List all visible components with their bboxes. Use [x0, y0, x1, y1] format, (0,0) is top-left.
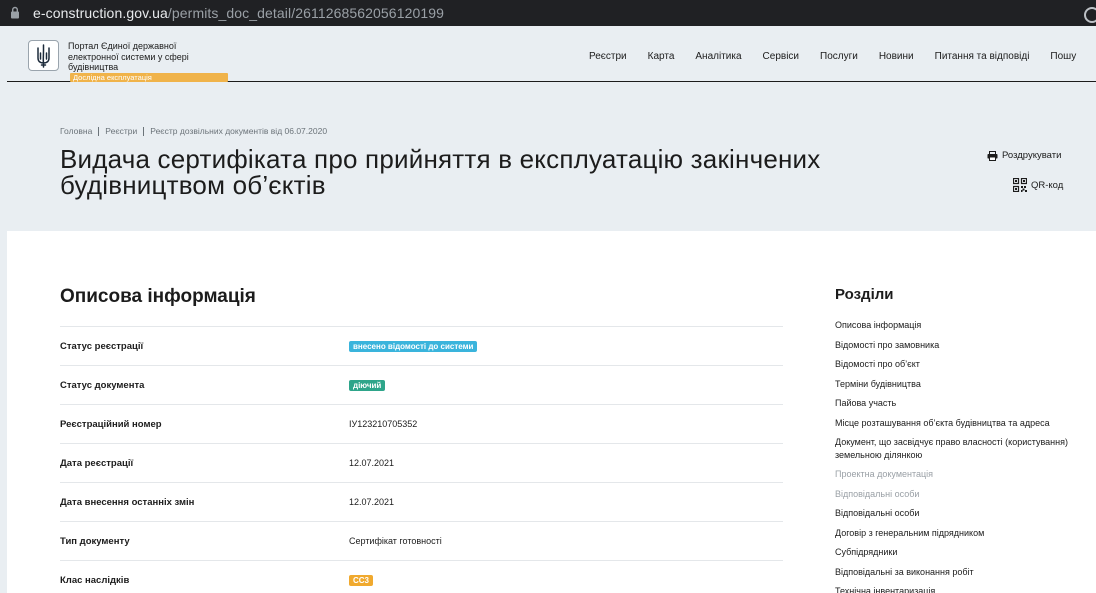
info-row-value: 12.07.2021 — [349, 458, 395, 468]
toc-item[interactable]: Технічна інвентаризація — [835, 585, 1085, 593]
info-row: Дата реєстрації 12.07.2021 — [60, 443, 783, 482]
print-label: Роздрукувати — [1002, 150, 1062, 161]
info-row-value: внесено відомості до системи — [349, 341, 478, 352]
browser-menu-icon[interactable] — [1084, 0, 1096, 26]
sections-toc: Описова інформація Відомості про замовник… — [835, 319, 1085, 593]
qr-code-icon — [1013, 178, 1027, 192]
toc-item[interactable]: Субпідрядники — [835, 546, 1085, 559]
main-nav: Реєстри Карта Аналітика Сервіси Послуги … — [589, 51, 1096, 62]
info-row-label: Статус документа — [60, 380, 145, 391]
info-row-label: Клас наслідків — [60, 575, 130, 586]
browser-address-bar[interactable]: e-construction.gov.ua/permits_doc_detail… — [0, 0, 1096, 26]
nav-item-registries[interactable]: Реєстри — [589, 51, 627, 62]
info-row-label: Реєстраційний номер — [60, 419, 162, 430]
page-hero: Головна Реєстри Реєстр дозвільних докуме… — [7, 82, 1096, 231]
toc-item[interactable]: Пайова участь — [835, 397, 1085, 410]
info-row: Клас наслідків СС3 — [60, 560, 783, 593]
info-row: Статус документа діючий — [60, 365, 783, 404]
info-row-label: Дата внесення останніх змін — [60, 497, 195, 508]
qr-code-label: QR-код — [1031, 179, 1064, 191]
info-row-value: Сертифікат готовності — [349, 536, 442, 546]
info-row-value: діючий — [349, 380, 386, 391]
breadcrumb-separator — [143, 126, 145, 136]
page-title: Видача сертифіката про прийняття в експл… — [60, 144, 821, 200]
info-row-label: Тип документу — [60, 536, 130, 547]
info-row: Статус реєстрації внесено відомості до си… — [60, 326, 783, 365]
status-badge: внесено відомості до системи — [349, 341, 478, 352]
toc-title: Розділи — [835, 286, 894, 303]
nav-item-news[interactable]: Новини — [879, 51, 914, 62]
info-row-label: Дата реєстрації — [60, 458, 134, 469]
breadcrumb: Головна Реєстри Реєстр дозвільних докуме… — [60, 126, 327, 136]
nav-item-search[interactable]: Пошу — [1050, 51, 1076, 62]
printer-icon — [987, 150, 998, 161]
info-row-value: 12.07.2021 — [349, 497, 395, 507]
lock-icon — [10, 6, 22, 20]
nav-item-offerings[interactable]: Послуги — [820, 51, 858, 62]
content: Описова інформація Статус реєстрації внес… — [7, 231, 1096, 593]
status-badge: діючий — [349, 380, 386, 391]
breadcrumb-registries[interactable]: Реєстри — [105, 126, 137, 136]
beta-badge: Дослідна експлуатація — [70, 72, 228, 82]
toc-item[interactable]: Відомості про об’єкт — [835, 358, 1085, 371]
trident-logo-icon[interactable] — [28, 40, 59, 71]
print-button[interactable]: Роздрукувати — [987, 150, 1061, 161]
info-row: Дата внесення останніх змін 12.07.2021 — [60, 482, 783, 521]
site-header: Портал Єдиної державної електронної сист… — [7, 26, 1096, 82]
toc-item[interactable]: Терміни будівництва — [835, 378, 1085, 391]
toc-item[interactable]: Описова інформація — [835, 319, 1085, 332]
toc-item[interactable]: Проектна документація — [835, 468, 1085, 481]
breadcrumb-home[interactable]: Головна — [60, 126, 92, 136]
toc-item[interactable]: Відомості про замовника — [835, 339, 1085, 352]
breadcrumb-separator — [98, 126, 100, 136]
info-row-value: ІУ123210705352 — [349, 419, 418, 429]
info-section-title: Описова інформація — [60, 286, 256, 307]
portal-name-line-2: електронної системи у сфері — [68, 51, 189, 62]
toc-item[interactable]: Відповідальні особи — [835, 488, 1085, 501]
toc-item[interactable]: Відповідальні особи — [835, 507, 1085, 520]
url-path: /permits_doc_detail/2611268562056120199 — [167, 5, 445, 21]
toc-item[interactable]: Документ, що засвідчує право власності (… — [835, 436, 1085, 461]
nav-item-map[interactable]: Карта — [648, 51, 675, 62]
portal-name-line-3: будівництва — [68, 62, 119, 72]
toc-item[interactable]: Відповідальні за виконання робіт — [835, 566, 1085, 579]
page: Портал Єдиної державної електронної сист… — [0, 26, 1096, 593]
breadcrumb-current[interactable]: Реєстр дозвільних документів від 06.07.2… — [150, 126, 327, 136]
toc-item[interactable]: Договір з генеральним підрядником — [835, 527, 1085, 540]
nav-item-faq[interactable]: Питання та відповіді — [935, 51, 1030, 62]
info-row-label: Статус реєстрації — [60, 341, 144, 352]
qr-code-button[interactable]: QR-код — [1013, 178, 1063, 192]
info-row: Тип документу Сертифікат готовності — [60, 521, 783, 560]
info-row-value: СС3 — [349, 575, 374, 586]
toc-item[interactable]: Місце розташування об’єкта будівництва т… — [835, 417, 1085, 430]
portal-name[interactable]: Портал Єдиної державної електронної сист… — [68, 41, 228, 82]
nav-item-services[interactable]: Сервіси — [763, 51, 799, 62]
status-badge: СС3 — [349, 575, 374, 586]
info-row: Реєстраційний номер ІУ123210705352 — [60, 404, 783, 443]
url-host: e-construction.gov.ua — [33, 5, 168, 21]
nav-item-analytics[interactable]: Аналітика — [695, 51, 741, 62]
portal-name-line-1: Портал Єдиної державної — [68, 41, 177, 51]
info-table: Статус реєстрації внесено відомості до си… — [60, 326, 783, 593]
